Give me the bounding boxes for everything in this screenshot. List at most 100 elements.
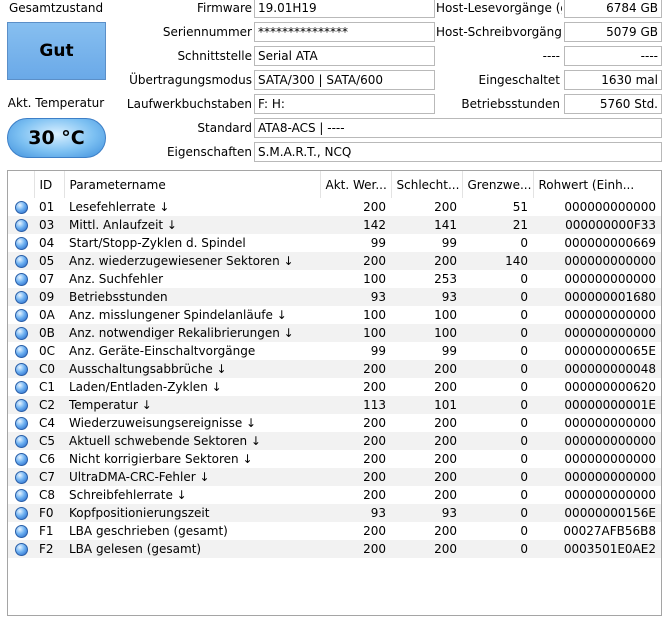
attribute-raw-value: 00027AFB56B8 bbox=[563, 524, 656, 538]
serial-field[interactable]: *************** bbox=[254, 22, 435, 42]
power-on-count-field[interactable]: 1630 mal bbox=[564, 70, 662, 90]
table-row[interactable]: F2 LBA gelesen (gesamt) 200 200 0 0003501E0AE… bbox=[8, 540, 661, 558]
features-field[interactable]: S.M.A.R.T., NCQ bbox=[254, 142, 662, 162]
attribute-current-value: 200 bbox=[363, 488, 386, 502]
table-row[interactable]: 07 Anz. Suchfehler 100 253 0 000000000000 bbox=[8, 270, 661, 288]
attribute-id: F1 bbox=[39, 524, 54, 538]
attribute-name: Schreibfehlerrate ↓ bbox=[69, 488, 187, 502]
host-reads-field[interactable]: 6784 GB bbox=[564, 0, 662, 18]
status-cell bbox=[8, 288, 34, 306]
table-row[interactable]: C5 Aktuell schwebende Sektoren ↓ 200 200 0 00… bbox=[8, 432, 661, 450]
status-cell bbox=[8, 432, 34, 450]
status-dot-icon bbox=[14, 327, 28, 340]
power-on-hours-label: Betriebsstunden bbox=[461, 97, 560, 111]
attribute-raw-value: 000000000F33 bbox=[533, 216, 661, 234]
status-cell bbox=[8, 522, 34, 540]
health-status-badge: Gut bbox=[7, 22, 106, 80]
status-dot-icon bbox=[14, 525, 28, 538]
attribute-current-value: 93 bbox=[320, 288, 391, 306]
attribute-name: Wiederzuweisungsereignisse ↓ bbox=[69, 416, 257, 430]
attribute-id: C7 bbox=[34, 468, 64, 486]
table-row[interactable]: F0 Kopfpositionierungszeit 93 93 0 0000000015… bbox=[8, 504, 661, 522]
table-row[interactable]: 04 Start/Stopp-Zyklen d. Spindel 99 99 0 0000… bbox=[8, 234, 661, 252]
attribute-current-value: 200 bbox=[320, 252, 391, 270]
interface-label: Schnittstelle bbox=[177, 49, 252, 63]
attribute-id: 03 bbox=[34, 216, 64, 234]
status-dot-icon bbox=[14, 453, 28, 466]
table-row[interactable]: C8 Schreibfehlerrate ↓ 200 200 0 000000000000 bbox=[8, 486, 661, 504]
attribute-raw-value: 000000000000 bbox=[564, 308, 656, 322]
table-row[interactable]: F1 LBA geschrieben (gesamt) 200 200 0 00027AF… bbox=[8, 522, 661, 540]
status-cell bbox=[8, 450, 34, 468]
table-row[interactable]: C2 Temperatur ↓ 113 101 0 00000000001E bbox=[8, 396, 661, 414]
attribute-id: F0 bbox=[34, 504, 64, 522]
table-row[interactable]: 09 Betriebsstunden 93 93 0 000000001680 bbox=[8, 288, 661, 306]
drive-letters-field[interactable]: F: H: bbox=[254, 94, 435, 114]
attribute-raw-value: 00000000156E bbox=[533, 504, 661, 522]
table-row[interactable]: C0 Ausschaltungsabbrüche ↓ 200 200 0 00000000… bbox=[8, 360, 661, 378]
attribute-worst-value: 99 bbox=[441, 236, 457, 250]
status-dot-icon bbox=[14, 255, 28, 268]
attribute-threshold: 0 bbox=[462, 396, 533, 414]
attribute-id: F2 bbox=[34, 540, 64, 558]
attribute-name: Nicht korrigierbare Sektoren ↓ bbox=[69, 452, 253, 466]
column-header-threshold[interactable]: Grenzwe... bbox=[462, 171, 534, 198]
standard-field[interactable]: ATA8-ACS | ---- bbox=[254, 118, 662, 138]
interface-field[interactable]: Serial ATA bbox=[254, 46, 435, 66]
table-row[interactable]: C7 UltraDMA-CRC-Fehler ↓ 200 200 0 0000000000… bbox=[8, 468, 661, 486]
attribute-raw-value: 00000000065E bbox=[564, 344, 656, 358]
status-cell bbox=[8, 270, 34, 288]
table-row[interactable]: 03 Mittl. Anlaufzeit ↓ 142 141 21 000000000F3… bbox=[8, 216, 661, 234]
attribute-worst-value: 200 bbox=[434, 452, 457, 466]
status-dot-icon bbox=[14, 201, 28, 214]
status-cell bbox=[8, 396, 34, 414]
attribute-name: Anz. misslungener Spindelanläufe ↓ bbox=[69, 308, 287, 322]
blank-stat-field[interactable]: ---- bbox=[564, 46, 662, 66]
status-dot-icon bbox=[14, 291, 28, 304]
attribute-raw-value: 000000000000 bbox=[564, 488, 656, 502]
smart-attributes-table[interactable]: ID Parametername Akt. Wer... Schlecht...… bbox=[7, 170, 662, 616]
attribute-name: Anz. notwendiger Rekalibrierungen ↓ bbox=[64, 324, 320, 342]
attribute-worst-value: 101 bbox=[391, 396, 462, 414]
attribute-id: C5 bbox=[34, 432, 64, 450]
attribute-id: 05 bbox=[34, 252, 64, 270]
status-dot-icon bbox=[14, 273, 28, 286]
attribute-threshold: 0 bbox=[520, 236, 528, 250]
attribute-current-value: 99 bbox=[370, 344, 386, 358]
table-row[interactable]: 01 Lesefehlerrate ↓ 200 200 51 000000000000 bbox=[8, 198, 661, 216]
transfer-mode-field[interactable]: SATA/300 | SATA/600 bbox=[254, 70, 435, 90]
column-header-status[interactable] bbox=[8, 171, 35, 198]
attribute-worst-value: 200 bbox=[434, 200, 457, 214]
attribute-raw-value: 000000000000 bbox=[564, 272, 656, 286]
table-row[interactable]: 05 Anz. wiederzugewiesener Sektoren ↓ 200 2… bbox=[8, 252, 661, 270]
column-header-worst[interactable]: Schlecht... bbox=[391, 171, 463, 198]
attribute-raw-value: 000000001680 bbox=[533, 288, 661, 306]
column-header-id[interactable]: ID bbox=[34, 171, 65, 198]
table-row[interactable]: 0C Anz. Geräte-Einschaltvorgänge 99 99 0 0000… bbox=[8, 342, 661, 360]
column-header-raw[interactable]: Rohwert (Einh... bbox=[533, 171, 661, 198]
table-header-row: ID Parametername Akt. Wer... Schlecht...… bbox=[8, 171, 661, 198]
table-row[interactable]: 0A Anz. misslungener Spindelanläufe ↓ 100 1… bbox=[8, 306, 661, 324]
attribute-threshold: 0 bbox=[462, 288, 533, 306]
attribute-name: Anz. Geräte-Einschaltvorgänge bbox=[69, 344, 256, 358]
attribute-id: 09 bbox=[34, 288, 64, 306]
host-writes-field[interactable]: 5079 GB bbox=[564, 22, 662, 42]
attribute-name: Aktuell schwebende Sektoren ↓ bbox=[64, 432, 320, 450]
column-header-parameter[interactable]: Parametername bbox=[64, 171, 321, 198]
attribute-worst-value: 99 bbox=[441, 344, 457, 358]
status-cell bbox=[8, 216, 34, 234]
attribute-current-value: 93 bbox=[320, 504, 391, 522]
attribute-worst-value: 200 bbox=[391, 432, 462, 450]
attribute-threshold: 0 bbox=[520, 308, 528, 322]
power-on-hours-field[interactable]: 5760 Std. bbox=[564, 94, 662, 114]
table-row[interactable]: C4 Wiederzuweisungsereignisse ↓ 200 200 0 000… bbox=[8, 414, 661, 432]
table-row[interactable]: C6 Nicht korrigierbare Sektoren ↓ 200 200 0 0… bbox=[8, 450, 661, 468]
drive-letters-label: Laufwerkbuchstaben bbox=[126, 97, 252, 111]
attribute-current-value: 100 bbox=[363, 272, 386, 286]
table-row[interactable]: C1 Laden/Entladen-Zyklen ↓ 200 200 0 00000000… bbox=[8, 378, 661, 396]
firmware-field[interactable]: 19.01H19 bbox=[254, 0, 435, 18]
column-header-current[interactable]: Akt. Wer... bbox=[320, 171, 392, 198]
table-row[interactable]: 0B Anz. notwendiger Rekalibrierungen ↓ 100… bbox=[8, 324, 661, 342]
attribute-worst-value: 200 bbox=[391, 540, 462, 558]
attribute-threshold: 0 bbox=[520, 488, 528, 502]
